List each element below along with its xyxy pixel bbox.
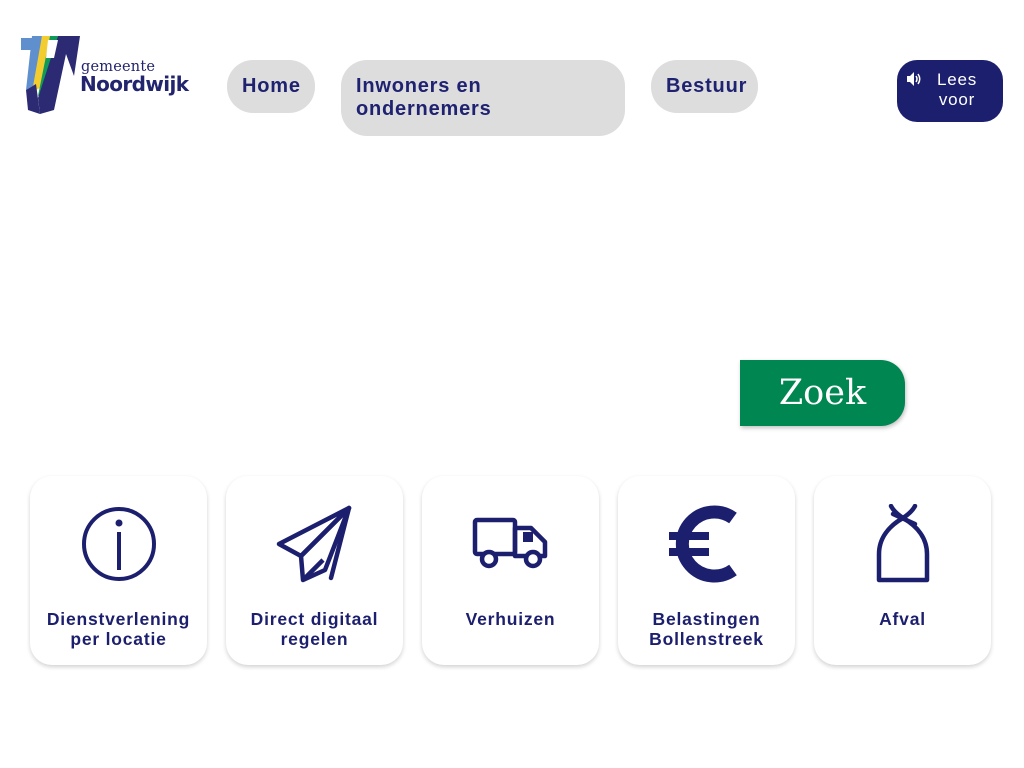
nav-bestuur[interactable]: Bestuur bbox=[651, 60, 758, 113]
info-icon bbox=[81, 507, 156, 581]
tile-label: Direct digitaal regelen bbox=[250, 609, 379, 649]
nav-home[interactable]: Home bbox=[227, 60, 315, 113]
tile-label: Verhuizen bbox=[465, 609, 556, 629]
nav-inwoners-en-ondernemers[interactable]: Inwoners en ondernemers bbox=[341, 60, 625, 136]
euro-icon bbox=[668, 505, 737, 583]
noordwijk-logo-icon bbox=[21, 36, 80, 114]
tile-belastingen[interactable]: Belastingen Bollenstreek bbox=[618, 476, 795, 665]
truck-icon bbox=[472, 517, 547, 569]
tile-label: Afval bbox=[879, 609, 926, 629]
tile-dienstverlening[interactable]: Dienstverlening per locatie bbox=[30, 476, 207, 665]
search-button[interactable]: Zoek bbox=[740, 360, 905, 426]
lees-voor-button[interactable]: Lees voor bbox=[897, 60, 1003, 122]
speaker-icon bbox=[907, 72, 921, 86]
tile-verhuizen[interactable]: Verhuizen bbox=[422, 476, 599, 665]
tile-label: Dienstverlening per locatie bbox=[46, 609, 191, 649]
tile-label: Belastingen Bollenstreek bbox=[649, 609, 764, 649]
garbage-bag-icon bbox=[876, 504, 929, 583]
tile-afval[interactable]: Afval bbox=[814, 476, 991, 665]
logo-text-noordwijk: Noordwijk bbox=[80, 72, 189, 96]
site-logo[interactable]: gemeente Noordwijk bbox=[18, 36, 189, 116]
paper-plane-icon bbox=[276, 505, 351, 583]
tile-direct-digitaal[interactable]: Direct digitaal regelen bbox=[226, 476, 403, 665]
